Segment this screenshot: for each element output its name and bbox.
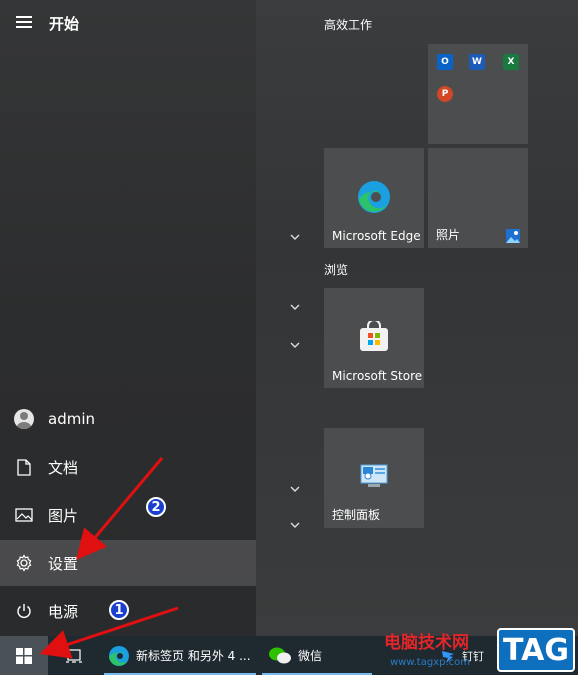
watermark-url: www.tagxp.com bbox=[390, 657, 470, 668]
control-panel-icon bbox=[360, 464, 388, 487]
chevron-down-icon[interactable] bbox=[288, 232, 302, 242]
start-button[interactable] bbox=[0, 636, 48, 675]
edge-tile[interactable]: Microsoft Edge bbox=[324, 148, 424, 248]
store-tile-label: Microsoft Store bbox=[332, 369, 423, 383]
watermark-site: 电脑技术网 bbox=[384, 633, 469, 653]
hamburger-menu-icon[interactable] bbox=[16, 16, 32, 28]
edge-icon bbox=[358, 181, 390, 213]
store-tile[interactable]: Microsoft Store bbox=[324, 288, 424, 388]
powerpoint-icon: P bbox=[437, 86, 453, 102]
group-title-productivity: 高效工作 bbox=[324, 18, 373, 32]
documents-label: 文档 bbox=[48, 458, 79, 477]
settings-label: 设置 bbox=[48, 554, 79, 573]
taskbar-wechat-app[interactable]: 微信 bbox=[262, 636, 372, 675]
pictures-item[interactable]: 图片 bbox=[0, 492, 256, 538]
watermark-tag: TAG bbox=[497, 628, 575, 672]
user-name: admin bbox=[48, 410, 95, 428]
control-panel-tile[interactable]: 控制面板 bbox=[324, 428, 424, 528]
store-bag-icon bbox=[360, 321, 388, 351]
windows-logo-icon bbox=[16, 647, 32, 664]
office-folder-tile[interactable]: O W X P bbox=[428, 44, 528, 144]
taskbar-edge-label: 新标签页 和另外 4 ... bbox=[136, 649, 251, 663]
settings-item[interactable]: 设置 bbox=[0, 540, 256, 586]
photos-tile[interactable]: 照片 bbox=[428, 148, 528, 248]
taskbar-wechat-label: 微信 bbox=[298, 649, 323, 663]
document-icon bbox=[0, 458, 48, 476]
wechat-icon bbox=[269, 647, 291, 663]
user-account-item[interactable]: admin bbox=[0, 396, 256, 442]
photos-tile-label: 照片 bbox=[436, 228, 461, 242]
edge-icon bbox=[109, 645, 129, 666]
chevron-down-icon[interactable] bbox=[288, 484, 302, 494]
outlook-icon: O bbox=[437, 54, 453, 70]
gear-icon bbox=[0, 554, 48, 572]
power-icon bbox=[0, 603, 48, 619]
start-menu-title: 开始 bbox=[49, 15, 80, 33]
taskbar-edge-app[interactable]: 新标签页 和另外 4 ... bbox=[104, 636, 256, 675]
excel-icon: X bbox=[503, 54, 519, 70]
group-title-browse: 浏览 bbox=[324, 263, 349, 277]
task-view-button[interactable] bbox=[56, 636, 92, 675]
documents-item[interactable]: 文档 bbox=[0, 444, 256, 490]
chevron-down-icon[interactable] bbox=[288, 340, 302, 350]
pictures-icon bbox=[0, 508, 48, 522]
control-panel-tile-label: 控制面板 bbox=[332, 508, 381, 522]
annotation-badge-2: 2 bbox=[146, 497, 166, 517]
annotation-badge-1: 1 bbox=[109, 600, 129, 620]
word-icon: W bbox=[469, 54, 485, 70]
chevron-down-icon[interactable] bbox=[288, 302, 302, 312]
photos-icon bbox=[506, 229, 520, 243]
pictures-label: 图片 bbox=[48, 506, 79, 525]
avatar bbox=[14, 409, 34, 429]
task-view-icon bbox=[66, 648, 82, 663]
chevron-down-icon[interactable] bbox=[288, 520, 302, 530]
power-label: 电源 bbox=[48, 602, 79, 621]
edge-tile-label: Microsoft Edge bbox=[332, 229, 421, 243]
